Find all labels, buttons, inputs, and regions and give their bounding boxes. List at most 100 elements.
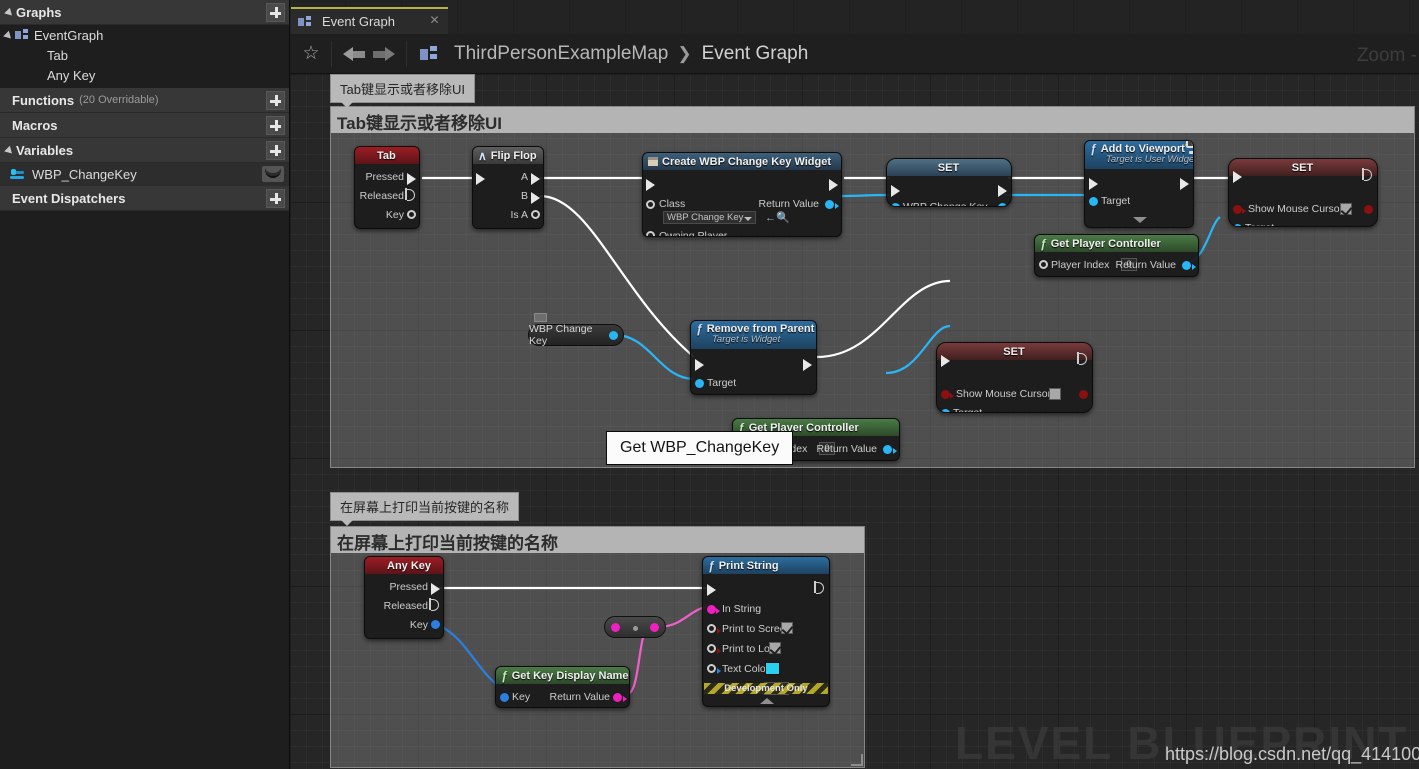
exec-out-pin-b[interactable] [531,192,540,204]
pin-row-text-color[interactable]: Text Color [703,660,829,678]
chevron-down-icon[interactable] [1133,217,1147,223]
tree-item-tab[interactable]: Tab [0,45,289,65]
node-reroute-knot[interactable] [604,616,666,638]
pin-row-player-index[interactable]: Player Index 0 Return Value [1035,256,1198,274]
pin-row-show-mouse-cursor[interactable]: Show Mouse Cursor [937,385,1092,403]
class-select[interactable]: WBP Change Key [663,211,756,224]
exec-in-pin[interactable] [695,359,704,371]
arrow-left-icon[interactable] [341,42,369,66]
section-header-macros[interactable]: Macros [0,113,289,138]
exec-out-pin[interactable] [829,179,838,191]
struct-out-pin[interactable] [431,620,440,629]
text-color-swatch[interactable] [765,662,780,675]
node-add-to-viewport[interactable]: ƒ Add to Viewport Target is User Widget … [1084,140,1194,228]
comment-resize-grip[interactable] [851,754,863,766]
show-mouse-cursor-checkbox[interactable] [1340,203,1352,215]
object-out-pin[interactable] [883,445,892,454]
linearcolor-in-pin[interactable] [707,664,716,673]
breadcrumb-graph[interactable]: Event Graph [702,43,809,65]
bool-out-pin[interactable] [531,210,540,219]
string-in-pin[interactable] [611,623,620,632]
struct-out-pin[interactable] [407,210,416,219]
expand-triangle-icon[interactable] [4,31,13,40]
pin-row-print-to-log[interactable]: Print to Log [703,640,829,658]
object-in-pin[interactable] [695,379,704,388]
pin-row-released[interactable]: Released [355,187,419,205]
tree-item-any-key[interactable]: Any Key [0,65,289,85]
section-header-graphs[interactable]: Graphs [0,0,289,25]
exec-in-pin[interactable] [646,179,655,191]
add-variable-button[interactable] [266,141,285,160]
section-header-functions[interactable]: Functions (20 Overridable) [0,88,289,113]
exec-out-pin[interactable] [1180,178,1189,190]
pin-row-in-string[interactable]: In String [703,600,829,618]
pin-row-key[interactable]: Key [355,206,419,224]
add-event-dispatcher-button[interactable] [266,189,285,208]
arrow-right-icon[interactable] [369,42,397,66]
object-out-pin[interactable] [609,331,618,340]
add-graph-button[interactable] [266,3,285,22]
exec-out-pin[interactable] [998,185,1007,197]
node-any-key-event[interactable]: Any Key Pressed Released Key [364,556,444,639]
star-outline-icon[interactable]: ☆ [300,43,322,65]
exec-in-pin[interactable] [707,584,716,596]
pin-row-target[interactable]: Target [691,374,816,392]
string-out-pin[interactable] [650,623,659,632]
node-print-string[interactable]: ƒ Print String In String [702,556,830,707]
node-get-player-controller-top[interactable]: ƒ Get Player Controller Player Index 0 R… [1034,234,1199,277]
tab-event-graph[interactable]: Event Graph ✕ [291,7,448,34]
expand-triangle-icon[interactable] [5,8,14,17]
pin-row-wbp-change-key[interactable]: WBP Change Key [887,198,1011,207]
eye-closed-icon[interactable] [262,166,284,182]
object-in-pin[interactable] [1089,197,1098,206]
node-flip-flop[interactable]: ∧ Flip Flop A B Is A [472,146,544,229]
node-get-wbp-changekey[interactable]: WBP Change Key [528,324,624,346]
class-in-pin[interactable] [646,200,655,209]
pin-row-target[interactable]: Target [937,404,1092,413]
string-out-pin[interactable] [613,693,622,702]
exec-in-pin[interactable] [1089,178,1098,190]
section-header-event-dispatchers[interactable]: Event Dispatchers [0,186,289,211]
node-set-show-mouse-cursor-off[interactable]: SET Show Mouse Cursor [936,342,1093,413]
node-remove-from-parent[interactable]: ƒ Remove from Parent Target is Widget Ta… [690,320,817,395]
exec-in-pin[interactable] [891,185,900,197]
pin-row-exec[interactable] [1229,166,1377,184]
pin-row-pressed[interactable]: Pressed [355,168,419,186]
object-out-pin[interactable] [825,200,834,209]
pin-row-exec[interactable] [887,180,1011,198]
pin-row-owning-player[interactable]: Owning Player [643,227,841,237]
exec-out-pin[interactable] [1079,353,1087,365]
exec-in-pin[interactable] [941,355,950,367]
exec-out-pin[interactable] [431,599,439,611]
pin-row-exec[interactable] [703,579,829,597]
exec-out-pin[interactable] [1364,169,1372,181]
node-selection-handle[interactable] [534,313,547,322]
show-mouse-cursor-checkbox[interactable] [1049,388,1061,400]
bool-in-pin[interactable] [707,644,716,653]
int-in-pin[interactable] [1039,260,1048,269]
pin-row-exec[interactable] [1085,173,1193,191]
pin-row-class-value[interactable]: WBP Change Key ←🔍 [643,211,841,226]
pin-row-key[interactable]: Key [365,616,443,634]
breadcrumb-map[interactable]: ThirdPersonExampleMap [454,43,668,65]
pin-row-pressed[interactable]: Pressed [365,578,443,596]
bool-out-pin[interactable] [1079,390,1088,399]
object-out-pin[interactable] [1182,261,1191,270]
node-set-show-mouse-cursor-on[interactable]: SET Show Mouse Cursor [1228,158,1378,227]
exec-out-pin[interactable] [407,189,415,201]
object-in-pin[interactable] [941,409,950,413]
pin-row-is-a[interactable]: Is A [473,206,543,224]
pin-row-exec[interactable] [643,174,841,192]
print-to-log-checkbox[interactable] [769,642,781,654]
object-in-pin[interactable] [646,231,655,237]
exec-out-pin[interactable] [407,173,416,185]
pin-row-b[interactable]: B [473,187,543,205]
expand-triangle-icon[interactable] [5,146,14,155]
close-icon[interactable]: ✕ [429,15,440,26]
object-in-pin[interactable] [1233,224,1242,227]
exec-in-pin[interactable] [476,173,485,185]
bool-out-pin[interactable] [1364,205,1373,214]
node-set-wbp-changekey[interactable]: SET WBP Change Key [886,158,1012,207]
add-macro-button[interactable] [266,116,285,135]
pin-row-key[interactable]: Key Return Value [496,688,629,706]
